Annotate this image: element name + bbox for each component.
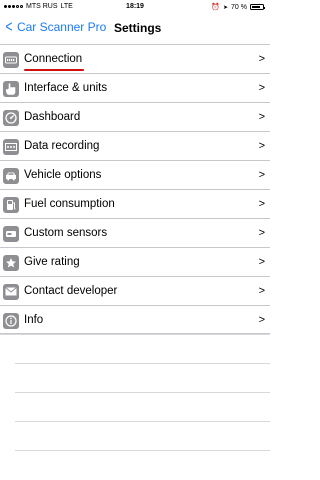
chevron-right-icon: > bbox=[258, 227, 265, 239]
empty-row bbox=[15, 450, 270, 479]
chevron-right-icon: > bbox=[258, 314, 265, 326]
gauge-icon bbox=[3, 109, 19, 126]
alarm-icon: ⏰ bbox=[211, 4, 220, 11]
star-icon bbox=[3, 254, 19, 271]
settings-item-connection[interactable]: Connection > bbox=[0, 44, 270, 73]
chevron-right-icon: > bbox=[258, 285, 265, 297]
settings-item-info[interactable]: Info > bbox=[0, 305, 270, 334]
sensor-icon bbox=[3, 225, 19, 242]
empty-row bbox=[15, 421, 270, 450]
empty-row bbox=[0, 334, 270, 363]
settings-item-vehicle-options[interactable]: Vehicle options > bbox=[0, 160, 270, 189]
empty-table-rows bbox=[0, 334, 270, 479]
recording-icon bbox=[3, 138, 19, 155]
chevron-right-icon: > bbox=[258, 169, 265, 181]
settings-item-custom-sensors[interactable]: Custom sensors > bbox=[0, 218, 270, 247]
info-icon bbox=[3, 312, 19, 329]
empty-row bbox=[15, 363, 270, 392]
back-button[interactable]: < Car Scanner Pro bbox=[4, 17, 107, 36]
settings-item-label: Data recording bbox=[24, 140, 100, 152]
settings-item-contact-developer[interactable]: Contact developer > bbox=[0, 276, 270, 305]
chevron-right-icon: > bbox=[258, 140, 265, 152]
settings-item-fuel-consumption[interactable]: Fuel consumption > bbox=[0, 189, 270, 218]
chevron-right-icon: > bbox=[258, 256, 265, 268]
settings-item-give-rating[interactable]: Give rating > bbox=[0, 247, 270, 276]
settings-item-label: Info bbox=[24, 314, 44, 326]
chevron-right-icon: > bbox=[258, 198, 265, 210]
fuel-pump-icon bbox=[3, 196, 19, 213]
settings-item-interface-units[interactable]: Interface & units > bbox=[0, 73, 270, 102]
status-right: ⏰ ➤ 70 % bbox=[211, 3, 266, 11]
battery-icon bbox=[250, 4, 266, 10]
chevron-right-icon: > bbox=[258, 111, 265, 123]
status-bar: MTS RUS LTE 18:19 ⏰ ➤ 70 % bbox=[0, 0, 270, 14]
envelope-icon bbox=[3, 283, 19, 300]
settings-item-label: Interface & units bbox=[24, 82, 108, 94]
chevron-right-icon: > bbox=[258, 82, 265, 94]
settings-item-label: Fuel consumption bbox=[24, 198, 115, 210]
chevron-right-icon: > bbox=[258, 53, 265, 65]
battery-percent: 70 % bbox=[231, 3, 247, 11]
navigation-bar: < Car Scanner Pro Settings bbox=[0, 14, 270, 44]
settings-item-data-recording[interactable]: Data recording > bbox=[0, 131, 270, 160]
chevron-left-icon: < bbox=[5, 17, 13, 36]
settings-item-label: Vehicle options bbox=[24, 169, 102, 181]
back-label: Car Scanner Pro bbox=[16, 20, 107, 34]
page-title: Settings bbox=[114, 21, 162, 35]
hand-pointer-icon bbox=[3, 80, 19, 97]
settings-item-dashboard[interactable]: Dashboard > bbox=[0, 102, 270, 131]
car-icon bbox=[3, 167, 19, 184]
location-icon: ➤ bbox=[223, 4, 229, 11]
settings-item-label: Contact developer bbox=[24, 285, 118, 297]
settings-item-label: Give rating bbox=[24, 256, 80, 268]
settings-list: Connection > Interface & units > Dashboa… bbox=[0, 44, 270, 334]
highlight-underline bbox=[24, 69, 84, 71]
settings-item-label: Custom sensors bbox=[24, 227, 108, 239]
settings-item-label: Connection bbox=[24, 53, 83, 65]
empty-row bbox=[15, 392, 270, 421]
settings-item-label: Dashboard bbox=[24, 111, 81, 123]
connector-icon bbox=[3, 51, 19, 68]
